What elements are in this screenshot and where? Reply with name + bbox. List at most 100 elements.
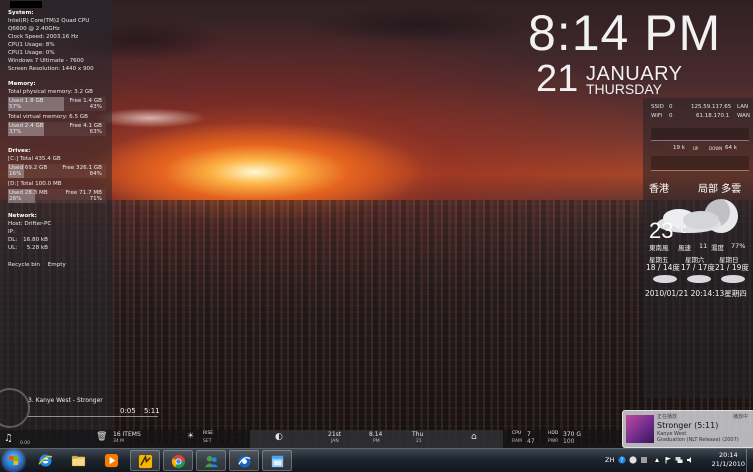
os-version: Windows 7 Ultimate - 7600 [8,58,84,64]
speed-up-value: 19 k [673,145,685,151]
track-progress-bar[interactable] [28,416,158,417]
now-playing-status: 播放中 [732,414,748,420]
ime-icon[interactable] [629,456,637,464]
memory-heading: Memory: [8,81,36,87]
download-label: DL: [8,237,18,243]
volume-icon[interactable] [686,456,694,464]
ram-value: 47 [527,438,535,445]
dock-ampm: PM [373,439,380,444]
drive-c-bar: Used 69.2 GB 16% Free 326.1 GB 84% [8,164,106,178]
recycle-empty-button[interactable]: Empty [48,262,66,268]
taskbar-explorer[interactable] [64,450,94,471]
physical-memory-bar: Used 1.8 GB 57% Free 1.4 GB 43% [8,97,106,111]
cpu2-usage: CPU1 Usage: 0% [8,50,55,56]
hdd-label: HDD [548,431,559,436]
drive-d-used-pct: 28% [9,196,22,202]
taskbar-clock-date: 21/1/2010 [711,460,745,468]
weather-unit: °C [676,226,687,236]
virtual-memory-total: Total virtual memory: 6.5 GB [8,114,88,120]
action-center-flag-icon[interactable] [664,456,672,464]
taskbar-winamp[interactable] [130,450,160,471]
taskbar-internet-explorer[interactable] [31,450,61,471]
show-desktop-button[interactable] [746,449,753,472]
speed-down-label: DOWN [709,146,723,151]
sunset-label: SET [203,439,212,444]
taskbar-chrome[interactable] [163,450,193,471]
screen-resolution: Screen Resolution: 1440 x 900 [8,66,94,72]
upload-row: UL: 5.28 kB [8,244,48,252]
lan-tag: LAN [737,104,749,110]
dock-weekday: Thu [412,431,424,438]
taskbar-media-player[interactable] [97,450,127,471]
clock-speed: Clock Speed: 2003.16 Hz [8,34,79,40]
drive-c-total: [C:] Total 435.4 GB [8,156,61,162]
dock-weekday-num: 21 [416,439,422,444]
drive-d-total: [D:] Total 100.0 MB [8,181,62,187]
lan-ip: 125.59.117.65 [691,104,732,110]
dock-month: JAN [331,439,339,444]
trash-icon[interactable]: 🗑 [96,432,107,442]
humidity-value: 77% [731,242,746,250]
now-playing-header: 正在播放 [657,414,678,420]
track-times: 0:05 5:11 [120,407,166,415]
music-note-icon[interactable]: ♫ [4,433,13,444]
ram-label: RAM [512,439,522,444]
window-icon [271,455,284,468]
drive-d-bar: Used 28.3 MB 28% Free 71.7 MB 71% [8,189,106,203]
virtual-memory-bar: Used 2.4 GB 37% Free 4.1 GB 63% [8,122,106,136]
recycle-bin-widget[interactable]: Recycle bin Empty [8,261,72,269]
weather-updated-timestamp: 2010/01/21 20:14:13星期四 [645,289,747,298]
speed-row: 19 k UP DOWN 64 k [651,145,749,153]
messenger-icon [204,455,219,468]
clock-weekday: THURSDAY [586,81,662,97]
wind-speed-label: 風速 [678,244,691,252]
network-host: Host: Drifter-PC [8,221,52,227]
system-tray: ZH ? 20:14 21/1/2010 [600,449,753,472]
taskbar-window[interactable] [262,450,292,471]
wind-direction: 東南風 [649,244,669,252]
taskbar-clock-time: 20:14 [718,451,738,459]
hdd-value: 370 G [563,431,582,438]
winamp-icon [138,454,153,469]
language-indicator[interactable]: ZH [605,456,614,464]
chrome-icon [171,454,186,469]
now-playing-title: Stronger (5:11) [657,421,719,430]
svg-text:?: ? [620,457,623,464]
drive-d-free-pct: 71% [89,196,102,202]
show-hidden-icons[interactable] [653,456,661,464]
clock-widget: 8:14 PM 21 JANUARY THURSDAY [528,5,753,100]
network-icon[interactable] [675,456,683,464]
help-icon[interactable]: ? [618,456,626,464]
now-playing-notification[interactable]: 正在播放 播放中 Stronger (5:11) Kanye West Grad… [622,410,753,448]
physical-used-pct: 57% [9,104,22,110]
speed-down-value: 64 k [725,145,737,151]
cpu-model: Intel(R) Core(TM)2 Quad CPU Q6600 @ 2.40… [8,18,90,32]
physical-memory-total: Total physical memory: 3.2 GB [8,89,94,95]
power-label: PWR [548,439,559,444]
start-button[interactable] [3,450,24,471]
weather-widget: 香港 局部 多雲 23 °C 東南風 風速 11 濕度 77% 星期五 星期六 … [643,176,753,302]
sunrise-icon: ☀ [187,431,195,440]
recycle-bin-label[interactable]: Recycle bin [8,262,40,268]
taskbar-ie-alt[interactable] [229,450,259,471]
taskbar-clock[interactable]: 20:14 21/1/2010 [712,451,745,469]
clock-day: 21 [536,58,579,100]
taskbar-messenger[interactable] [196,450,226,471]
physical-free-pct: 43% [89,104,102,110]
memory-section: Memory: Total physical memory: 3.2 GB Us… [8,80,106,138]
track-title: 3. Kanye West - Stronger [28,397,103,404]
weather-temperature: 23 [649,218,674,243]
system-heading: System: [8,10,34,16]
virtual-free-pct: 63% [89,129,102,135]
download-value: 16.80 kB [23,237,48,243]
cpu-label: CPU [512,431,522,436]
tray-status-icon[interactable] [640,456,648,464]
system-section: System: Intel(R) Core(TM)2 Quad CPU Q660… [8,9,106,73]
home-icon[interactable]: ⌂ [471,432,477,442]
wan-tag: WAN [737,113,751,119]
cpu-value: 7 [527,431,531,438]
cpu1-usage: CPU1 Usage: 8% [8,42,55,48]
clock-time: 8:14 PM [528,5,722,61]
recycle-size: 34 M [113,439,125,444]
media-ring[interactable] [0,388,30,428]
